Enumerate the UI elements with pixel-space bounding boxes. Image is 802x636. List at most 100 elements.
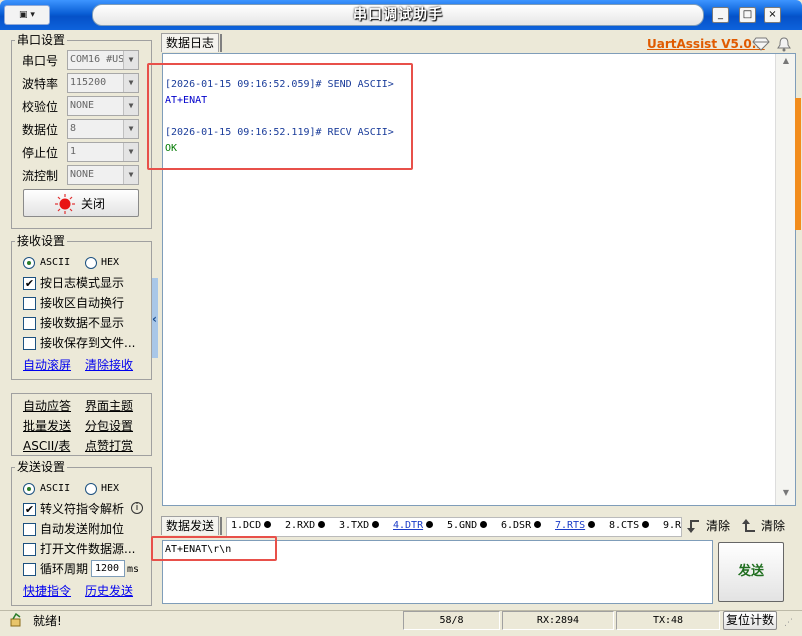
system-menu-button[interactable]: ▣ ▾: [4, 5, 50, 25]
cycle-unit: ms: [127, 564, 140, 575]
recv-ascii-label: ASCII: [40, 257, 71, 268]
hide-data-checkbox[interactable]: [23, 317, 36, 330]
tab-data-send[interactable]: 数据发送: [161, 516, 220, 535]
escape-label: 转义符指令解析: [40, 502, 125, 516]
port-select[interactable]: COM16 #USB ▼: [67, 50, 139, 70]
batch-send-link[interactable]: 批量发送: [23, 418, 71, 434]
info-icon[interactable]: i: [131, 502, 143, 514]
tab-divider: [220, 34, 222, 52]
clear-send-label[interactable]: 清除: [706, 518, 730, 534]
signal-dtr[interactable]: 4.DTR: [393, 518, 434, 534]
counter-status: 58/8: [403, 611, 500, 630]
brand-link[interactable]: UartAssist V5.0.2: [647, 37, 765, 51]
power-indicator-icon: [55, 194, 75, 214]
auto-wrap-label: 接收区自动换行: [40, 296, 125, 310]
stopbits-select[interactable]: 1 ▼: [67, 142, 139, 162]
chevron-down-icon: ▼: [123, 51, 138, 69]
signal-dot-icon: [588, 521, 596, 528]
ascii-table-link[interactable]: ASCII/表: [23, 438, 70, 454]
recv-ascii-radio[interactable]: [23, 257, 35, 269]
send-hex-label: HEX: [101, 483, 120, 494]
cycle-checkbox[interactable]: [23, 563, 36, 576]
close-port-button[interactable]: 关闭: [23, 189, 139, 217]
chevron-down-icon: ▼: [123, 97, 138, 115]
shortcut-link[interactable]: 快捷指令: [23, 583, 71, 599]
signal-txd[interactable]: 3.TXD: [339, 518, 380, 534]
save-file-checkbox[interactable]: [23, 337, 36, 350]
parity-label: 校验位: [22, 100, 59, 114]
title-bar: ▣ ▾ 串口调试助手 _ □ ×: [0, 0, 802, 30]
recv-hex-radio[interactable]: [85, 257, 97, 269]
tab-data-log[interactable]: 数据日志: [161, 33, 220, 52]
maximize-button[interactable]: □: [739, 7, 756, 23]
signal-dcd[interactable]: 1.DCD: [231, 518, 272, 534]
flow-select[interactable]: NONE ▼: [67, 165, 139, 185]
diamond-icon[interactable]: [752, 37, 770, 51]
signal-ri[interactable]: 9.R: [663, 518, 681, 534]
close-window-button[interactable]: ×: [764, 7, 781, 23]
hide-data-label: 接收数据不显示: [40, 316, 125, 330]
scroll-down-icon[interactable]: ▼: [778, 488, 794, 502]
cycle-label: 循环周期: [40, 562, 89, 576]
port-label: 串口号: [22, 54, 59, 68]
collapse-arrow-icon[interactable]: ‹: [152, 312, 157, 326]
auto-wrap-checkbox[interactable]: [23, 297, 36, 310]
window-title: 串口调试助手: [353, 7, 443, 23]
send-settings-title: 发送设置: [15, 460, 68, 474]
tx-counter: TX:48: [616, 611, 720, 630]
clear-history-icon[interactable]: [741, 518, 757, 534]
reset-count-button[interactable]: 复位计数: [723, 611, 777, 630]
minimize-button[interactable]: _: [712, 7, 729, 23]
serial-settings-title: 串口设置: [15, 33, 68, 47]
signal-dot-icon: [264, 521, 272, 528]
signal-dot-icon: [372, 521, 380, 528]
clear-history-label[interactable]: 清除: [761, 518, 785, 534]
history-link[interactable]: 历史发送: [85, 583, 133, 599]
escape-checkbox[interactable]: ✔: [23, 503, 36, 516]
tab-divider-send: [220, 517, 222, 535]
send-button[interactable]: 发送: [718, 542, 784, 602]
auto-reply-link[interactable]: 自动应答: [23, 398, 71, 414]
resize-grip-icon[interactable]: ⋰: [784, 618, 793, 628]
signal-dot-icon: [318, 521, 326, 528]
tip-link[interactable]: 点赞打赏: [85, 438, 133, 454]
ready-status-text: 就绪!: [33, 614, 62, 628]
title-field: 串口调试助手: [92, 4, 704, 26]
close-port-label: 关闭: [81, 197, 106, 211]
save-file-label: 接收保存到文件...: [40, 336, 136, 350]
baud-label: 波特率: [22, 77, 59, 91]
bell-icon[interactable]: [776, 36, 792, 52]
clear-recv-link[interactable]: 清除接收: [85, 357, 133, 373]
signal-cts[interactable]: 8.CTS: [609, 518, 650, 534]
send-ascii-radio[interactable]: [23, 483, 35, 495]
signal-gnd[interactable]: 5.GND: [447, 518, 488, 534]
receive-settings-title: 接收设置: [15, 234, 68, 248]
cycle-input[interactable]: 1200: [91, 560, 125, 577]
log-mode-label: 按日志模式显示: [40, 276, 125, 290]
auto-scroll-link[interactable]: 自动滚屏: [23, 357, 71, 373]
databits-label: 数据位: [22, 123, 59, 137]
scroll-thumb-accent: [795, 98, 801, 230]
send-hex-radio[interactable]: [85, 483, 97, 495]
flow-label: 流控制: [22, 169, 59, 183]
split-settings-link[interactable]: 分包设置: [85, 418, 133, 434]
signal-rts[interactable]: 7.RTS: [555, 518, 596, 534]
chevron-down-icon: ▼: [123, 143, 138, 161]
clear-send-icon[interactable]: [686, 518, 702, 534]
signal-dot-icon: [426, 521, 434, 528]
baud-select[interactable]: 115200 ▼: [67, 73, 139, 93]
rx-counter: RX:2894: [502, 611, 614, 630]
log-scrollbar[interactable]: ▲ ▼: [775, 54, 795, 505]
log-mode-checkbox[interactable]: ✔: [23, 277, 36, 290]
signal-bar: 1.DCD 2.RXD 3.TXD 4.DTR 5.GND 6.DSR 7.RT…: [226, 517, 682, 537]
scroll-up-icon[interactable]: ▲: [778, 56, 794, 70]
theme-link[interactable]: 界面主题: [85, 398, 133, 414]
signal-rxd[interactable]: 2.RXD: [285, 518, 326, 534]
open-file-checkbox[interactable]: [23, 543, 36, 556]
append-checkbox[interactable]: [23, 523, 36, 536]
databits-select[interactable]: 8 ▼: [67, 119, 139, 139]
send-button-label: 发送: [737, 564, 764, 579]
signal-dsr[interactable]: 6.DSR: [501, 518, 542, 534]
parity-select[interactable]: NONE ▼: [67, 96, 139, 116]
chevron-down-icon: ▼: [123, 120, 138, 138]
